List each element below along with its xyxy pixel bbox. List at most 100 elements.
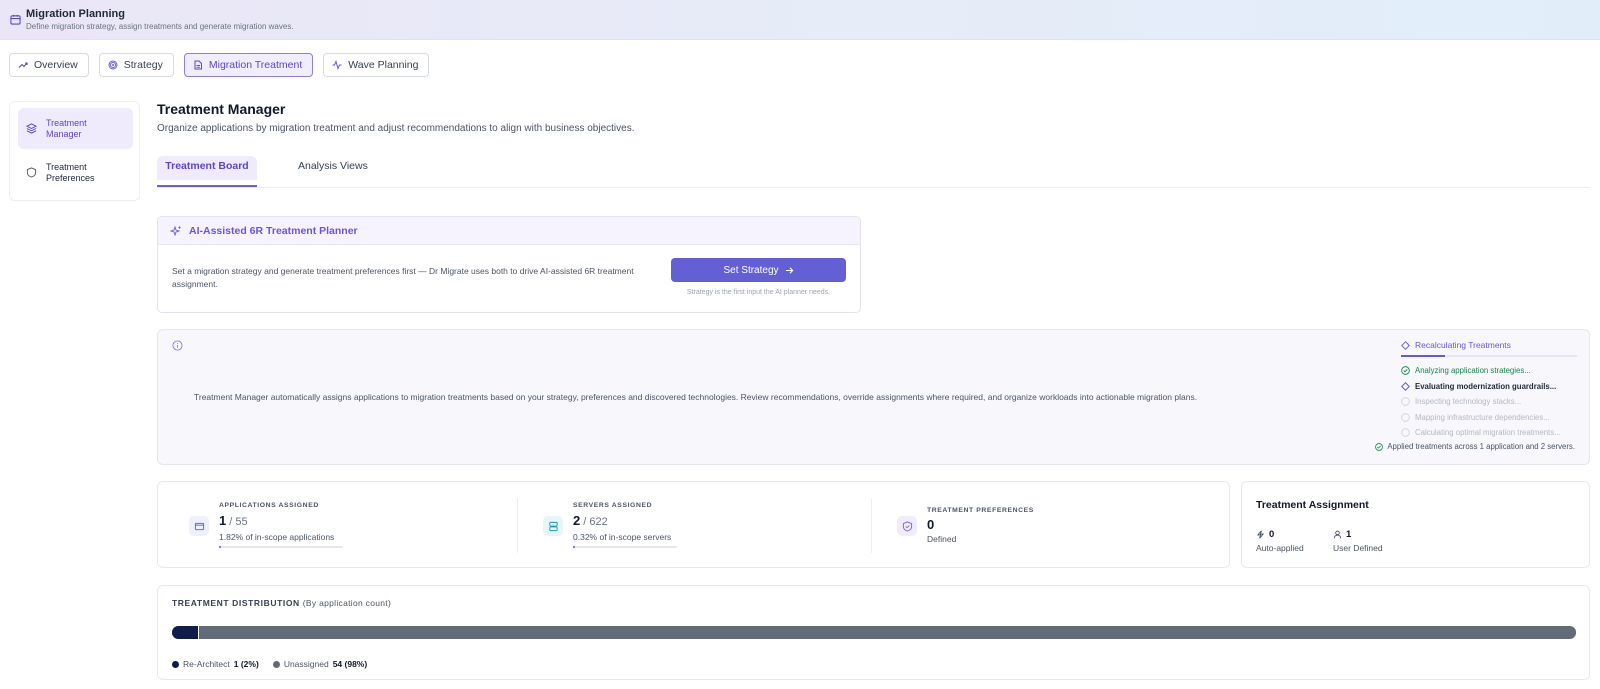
- stat-subtext: Defined: [927, 534, 957, 544]
- ai-planner-title: AI-Assisted 6R Treatment Planner: [189, 224, 358, 237]
- step-label: Mapping infrastructure dependencies...: [1415, 412, 1550, 422]
- distribution-bar: [172, 626, 1576, 639]
- user-defined-stat: 1 User Defined: [1333, 529, 1383, 553]
- step-analyzing: Analyzing application strategies...: [1401, 363, 1581, 379]
- active-tab-indicator: [157, 185, 257, 187]
- treatment-assignment-card: Treatment Assignment 0 Auto-applied 1 Us…: [1241, 481, 1590, 568]
- set-strategy-button[interactable]: Set Strategy: [671, 258, 846, 282]
- shield-icon: [897, 516, 917, 536]
- sidebar-item-label: Treatment Manager: [46, 117, 87, 139]
- page-title: Treatment Manager: [157, 101, 286, 117]
- server-icon: [543, 516, 563, 536]
- stat-label: APPLICATIONS ASSIGNED: [219, 502, 319, 509]
- divider: [517, 498, 518, 553]
- ai-planner-card: AI-Assisted 6R Treatment Planner Set a m…: [157, 216, 861, 313]
- tab-migration-treatment[interactable]: Migration Treatment: [183, 53, 314, 77]
- sub-tabs: Treatment Board Analysis Views: [157, 156, 1590, 188]
- circle-icon: [1401, 412, 1410, 422]
- tab-wave-planning-label: Wave Planning: [348, 59, 419, 71]
- recalculation-note: Applied treatments across 1 application …: [1375, 442, 1575, 451]
- stat-progress-fill: [573, 546, 575, 548]
- bolt-icon: [1256, 530, 1265, 539]
- legend-item-unassigned: Unassigned 54 (98%): [272, 659, 368, 669]
- step-inspecting: Inspecting technology stacks...: [1401, 394, 1581, 410]
- stat-progress: [219, 546, 343, 548]
- page-header: Migration Planning Define migration stra…: [0, 0, 1600, 40]
- stat-value: 0: [927, 517, 935, 532]
- step-mapping: Mapping infrastructure dependencies...: [1401, 410, 1581, 426]
- recalculation-progress: [1401, 355, 1577, 357]
- step-evaluating: Evaluating modernization guardrails...: [1401, 379, 1581, 395]
- target-icon: [108, 60, 118, 70]
- tab-wave-planning[interactable]: Wave Planning: [323, 53, 430, 77]
- treatment-distribution-card: TREATMENT DISTRIBUTION (By application c…: [157, 585, 1590, 680]
- sidebar-item-treatment-preferences[interactable]: Treatment Preferences: [18, 152, 133, 193]
- diamond-icon: [1401, 381, 1410, 391]
- distribution-legend: Re-Architect 1 (2%) Unassigned 54 (98%): [172, 659, 367, 669]
- app-window-icon: [189, 516, 209, 536]
- tab-strategy[interactable]: Strategy: [98, 53, 174, 77]
- legend-count: 54 (98%): [332, 659, 368, 669]
- tab-overview-label: Overview: [34, 59, 78, 71]
- set-strategy-hint: Strategy is the first input the AI plann…: [686, 289, 831, 296]
- recalculation-header: Recalculating Treatments: [1401, 338, 1581, 352]
- user-defined-value: 1: [1346, 529, 1352, 540]
- main-tabs: Overview Strategy Migration Treatment Wa…: [9, 53, 430, 77]
- recalculation-progress-fill: [1401, 355, 1445, 357]
- info-icon: [172, 340, 183, 351]
- arrow-right-icon: [785, 266, 793, 274]
- check-circle-icon: [1401, 366, 1410, 376]
- stat-label: TREATMENT PREFERENCES: [927, 507, 1034, 514]
- check-circle-icon: [1375, 442, 1384, 451]
- divider: [871, 498, 872, 553]
- side-navigation: Treatment Manager Treatment Preferences: [9, 101, 140, 201]
- stat-progress: [573, 546, 677, 548]
- legend-label: Re-Architect: [183, 659, 230, 669]
- distribution-segment-unassigned[interactable]: [197, 626, 1576, 639]
- stat-percentage: 0.32% of in-scope servers: [573, 532, 672, 542]
- legend-dot: [272, 660, 280, 668]
- distribution-title: TREATMENT DISTRIBUTION (By application c…: [172, 598, 392, 608]
- stat-label: SERVERS ASSIGNED: [573, 502, 653, 509]
- sparkles-icon: [170, 225, 182, 236]
- header-title: Migration Planning: [26, 8, 125, 20]
- calendar-icon: [10, 14, 21, 25]
- stat-percentage: 1.82% of in-scope applications: [219, 532, 335, 542]
- sidebar-item-treatment-manager[interactable]: Treatment Manager: [18, 108, 133, 149]
- tab-overview[interactable]: Overview: [9, 53, 89, 77]
- auto-applied-stat: 0 Auto-applied: [1256, 529, 1304, 553]
- step-label: Calculating optimal migration treatments…: [1415, 428, 1561, 438]
- stat-value: 1 / 55: [219, 513, 248, 528]
- info-card: Treatment Manager automatically assigns …: [157, 329, 1590, 465]
- assignment-stats-card: APPLICATIONS ASSIGNED 1 / 55 1.82% of in…: [157, 481, 1230, 568]
- tab-strategy-label: Strategy: [123, 59, 163, 71]
- step-label: Analyzing application strategies...: [1415, 366, 1531, 376]
- activity-icon: [332, 60, 342, 70]
- recalculation-title: Recalculating Treatments: [1415, 340, 1511, 350]
- trend-icon: [18, 62, 28, 68]
- step-calculating: Calculating optimal migration treatments…: [1401, 425, 1581, 441]
- stat-value: 2 / 622: [573, 513, 608, 528]
- tab-analysis-views[interactable]: Analysis Views: [298, 156, 368, 187]
- recalculation-note-text: Applied treatments across 1 application …: [1387, 442, 1575, 451]
- sidebar-item-label: Treatment Preferences: [46, 161, 95, 183]
- page-subtitle: Organize applications by migration treat…: [157, 123, 635, 134]
- circle-icon: [1401, 397, 1410, 407]
- tab-treatment-board[interactable]: Treatment Board: [157, 156, 257, 180]
- layers-icon: [26, 123, 37, 134]
- auto-applied-value: 0: [1269, 529, 1275, 540]
- auto-applied-label: Auto-applied: [1256, 543, 1304, 553]
- legend-label: Unassigned: [283, 659, 329, 669]
- distribution-segment-re-architect[interactable]: [172, 626, 198, 639]
- ai-planner-header: AI-Assisted 6R Treatment Planner: [158, 217, 860, 245]
- legend-item-re-architect: Re-Architect 1 (2%): [172, 659, 259, 669]
- user-icon: [1333, 530, 1342, 539]
- tab-migration-treatment-label: Migration Treatment: [208, 59, 303, 71]
- stat-progress-fill: [219, 546, 222, 548]
- set-strategy-label: Set Strategy: [723, 264, 779, 276]
- recalculation-panel: Recalculating Treatments Analyzing appli…: [1401, 338, 1581, 441]
- header-subtitle: Define migration strategy, assign treatm…: [26, 22, 294, 31]
- ai-planner-description: Set a migration strategy and generate tr…: [172, 266, 634, 289]
- info-text: Treatment Manager automatically assigns …: [194, 392, 1198, 402]
- legend-dot: [172, 660, 179, 668]
